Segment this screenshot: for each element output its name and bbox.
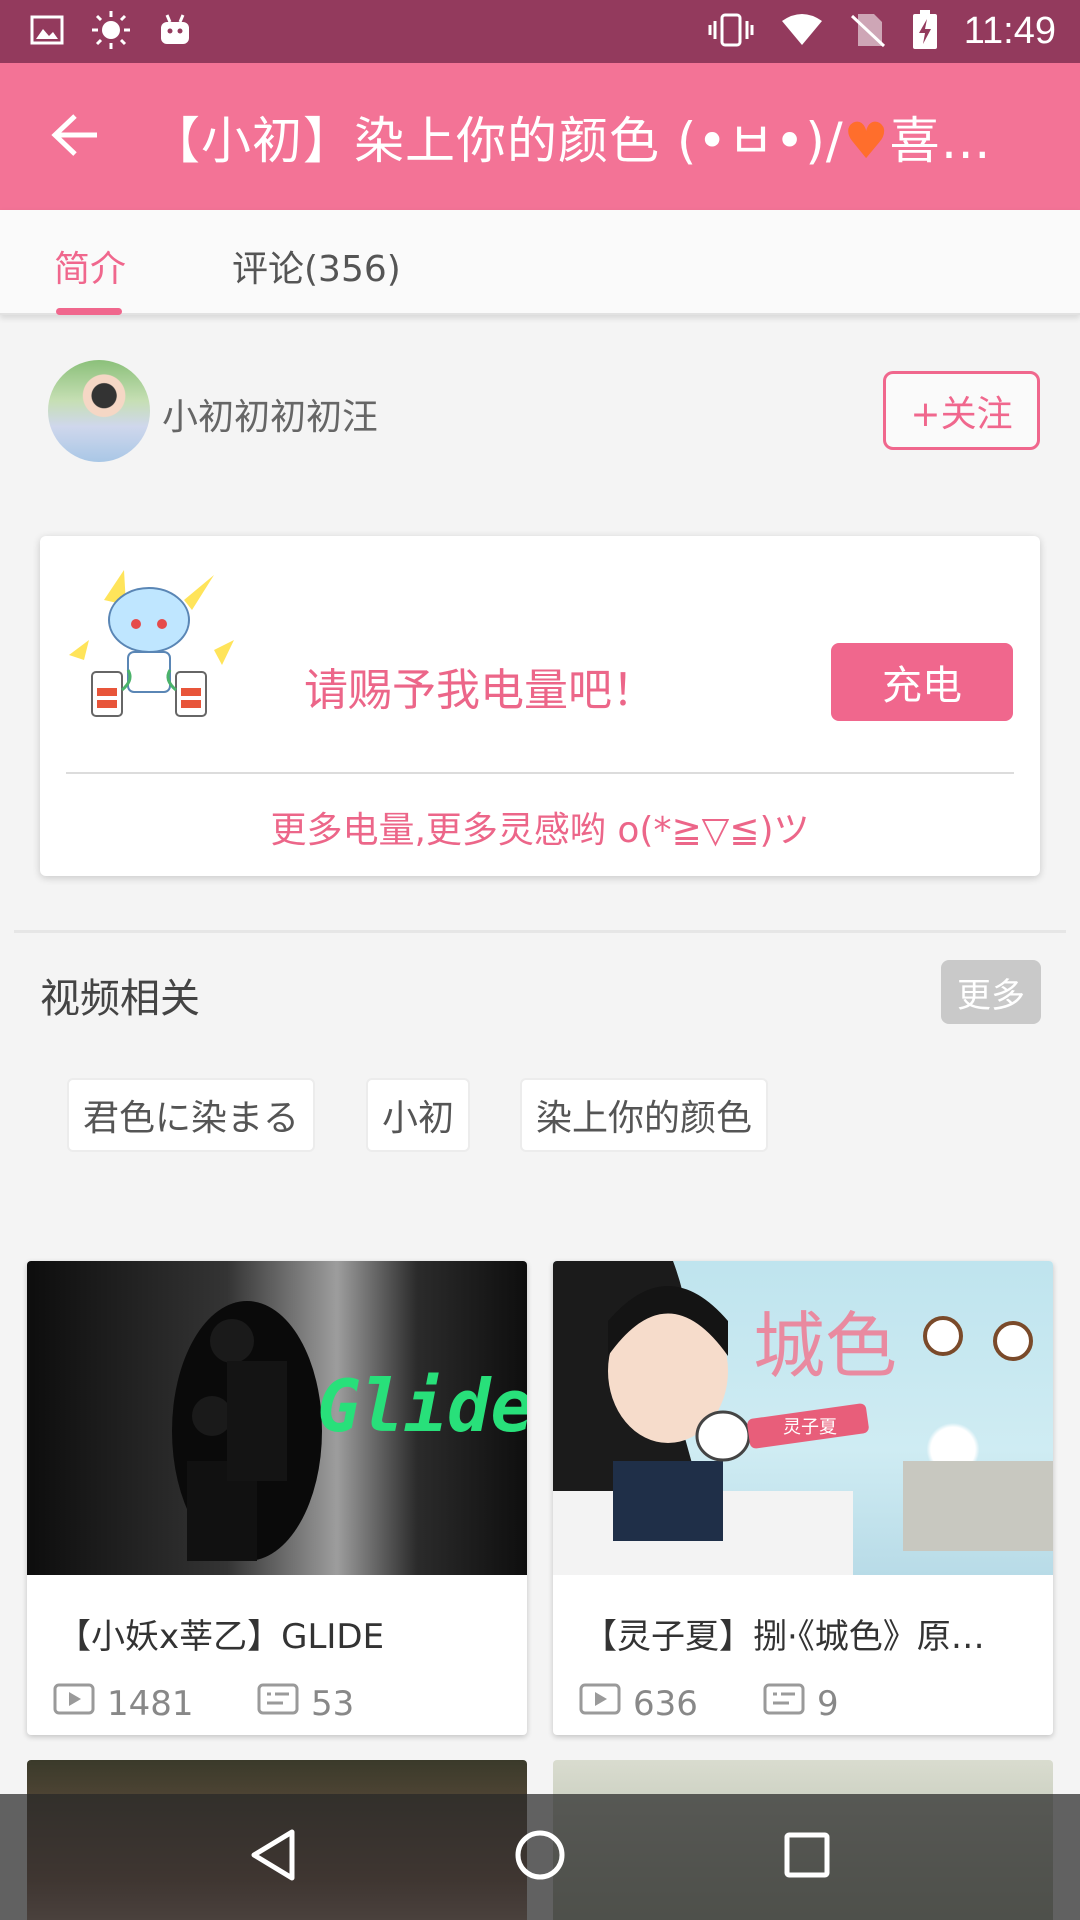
thumbnail-text: Glide: [317, 1364, 527, 1448]
nav-home-button[interactable]: [490, 1807, 590, 1907]
more-button[interactable]: 更多: [941, 960, 1041, 1024]
charge-prompt: 请赐予我电量吧！: [304, 665, 656, 716]
comment-count-value: 53: [311, 1683, 355, 1724]
page-title: 【小初】染上你的颜色 (•ㅂ•)/♥喜欢…: [150, 101, 1030, 173]
video-thumbnail: Glide: [27, 1261, 527, 1575]
no-sim-icon: [850, 12, 886, 52]
divider: [14, 930, 1066, 933]
video-card[interactable]: 灵子夏 城色 【灵子夏】捌·《城色》原… 636 9: [553, 1261, 1053, 1735]
comment-count-value: 9: [817, 1683, 839, 1724]
tab-comments[interactable]: 评论(356): [232, 240, 401, 292]
play-count: 1481: [53, 1683, 194, 1724]
play-count: 636: [579, 1683, 698, 1724]
clock: 11:49: [963, 10, 1056, 52]
app-bar: 【小初】染上你的颜色 (•ㅂ•)/♥喜欢…: [0, 63, 1080, 210]
avatar[interactable]: [48, 360, 150, 462]
gallery-icon: [30, 15, 64, 49]
play-count-value: 1481: [107, 1683, 194, 1724]
divider: [66, 772, 1014, 774]
circle-home-icon: [513, 1828, 567, 1886]
heart-icon: ♥: [843, 111, 890, 170]
tab-indicator: [56, 308, 122, 315]
screen: 11:49 【小初】染上你的颜色 (•ㅂ•)/♥喜欢… 简介 评论(356) 小…: [0, 0, 1080, 1920]
danmaku-icon: [763, 1683, 805, 1724]
mascot-image: [64, 560, 234, 730]
charge-subtitle: 更多电量,更多灵感哟 o(*≧▽≦)ツ: [270, 810, 810, 851]
nav-back-button[interactable]: [223, 1807, 323, 1907]
vibrate-icon: [708, 13, 754, 51]
arrow-left-icon: [51, 113, 99, 161]
comment-count: 9: [763, 1683, 839, 1724]
battery-charging-icon: [912, 9, 938, 54]
video-thumbnail: 灵子夏 城色: [553, 1261, 1053, 1575]
tag-chip[interactable]: 小初: [366, 1078, 471, 1152]
page-title-end: 喜欢…: [889, 111, 1030, 170]
page-title-text: 【小初】染上你的颜色 (•ㅂ•)/: [150, 111, 844, 170]
brightness-icon: [90, 9, 132, 55]
danmaku-icon: [257, 1683, 299, 1724]
status-bar: 11:49: [0, 0, 1080, 63]
charge-button[interactable]: 充电: [831, 643, 1013, 721]
square-recents-icon: [782, 1830, 832, 1884]
tag-chip[interactable]: 染上你的颜色: [520, 1078, 769, 1152]
video-title: 【灵子夏】捌·《城色》原…: [583, 1617, 985, 1657]
follow-button[interactable]: +关注: [883, 371, 1040, 450]
tab-intro[interactable]: 简介: [54, 240, 126, 292]
tag-chip[interactable]: 君色に染まる: [67, 1078, 316, 1152]
wifi-icon: [780, 13, 824, 51]
author-name[interactable]: 小初初初初汪: [162, 388, 378, 440]
related-section-title: 视频相关: [40, 976, 200, 1022]
triangle-back-icon: [248, 1828, 298, 1886]
play-count-value: 636: [633, 1683, 698, 1724]
nav-recents-button[interactable]: [757, 1807, 857, 1907]
android-icon: [158, 13, 192, 51]
video-card[interactable]: Glide 【小妖x莘乙】GLIDE 1481 53: [27, 1261, 527, 1735]
back-button[interactable]: [0, 63, 150, 210]
tab-bar: 简介 评论(356): [0, 210, 1080, 315]
comment-count: 53: [257, 1683, 354, 1724]
thumbnail-text: 城色: [753, 1304, 897, 1388]
charge-card: 请赐予我电量吧！ 充电 更多电量,更多灵感哟 o(*≧▽≦)ツ: [40, 536, 1040, 876]
system-nav-bar: [0, 1794, 1080, 1920]
play-icon: [53, 1683, 95, 1724]
video-title: 【小妖x莘乙】GLIDE: [57, 1617, 385, 1657]
play-icon: [579, 1683, 621, 1724]
thumbnail-tag: 灵子夏: [783, 1417, 837, 1438]
